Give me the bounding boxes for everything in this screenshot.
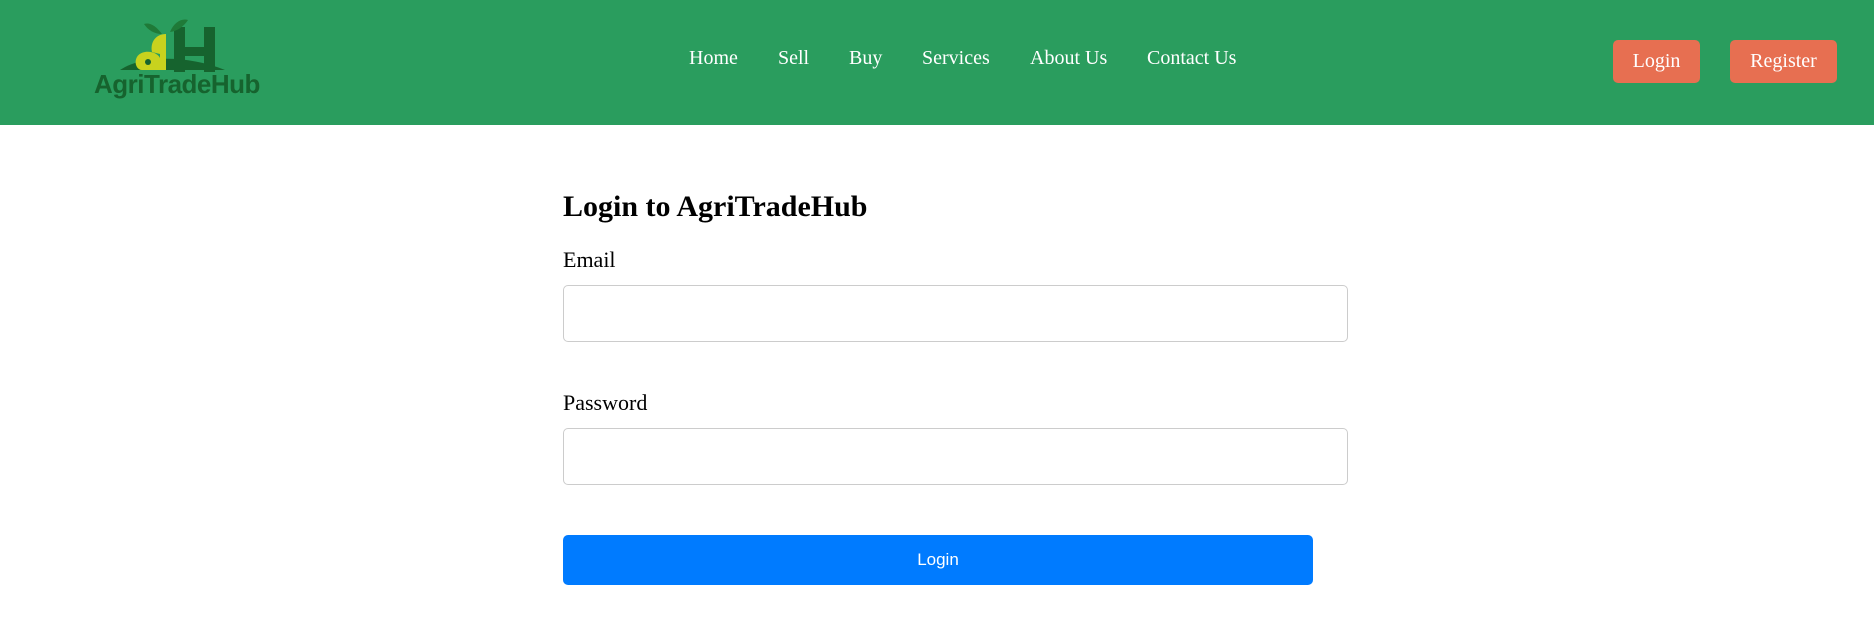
page-title: Login to AgriTradeHub: [563, 190, 868, 223]
nav-services-link[interactable]: Services: [922, 47, 990, 70]
login-form: Login to AgriTradeHub Email Password Log…: [563, 185, 1348, 585]
nav-contact-link[interactable]: Contact Us: [1147, 47, 1236, 70]
main-nav: Home Sell Buy Services About Us Contact …: [0, 47, 1874, 77]
login-submit-button[interactable]: Login: [563, 535, 1313, 585]
navbar: AgriTradeHub Home Sell Buy Services Abou…: [0, 0, 1874, 125]
email-label: Email: [563, 247, 616, 272]
nav-home-link[interactable]: Home: [689, 47, 738, 70]
password-input[interactable]: [563, 428, 1348, 485]
email-input[interactable]: [563, 285, 1348, 342]
header-login-button[interactable]: Login: [1613, 40, 1700, 83]
nav-buy-link[interactable]: Buy: [849, 47, 882, 70]
header-register-button[interactable]: Register: [1730, 40, 1837, 83]
password-label: Password: [563, 390, 648, 415]
nav-sell-link[interactable]: Sell: [778, 47, 809, 70]
nav-about-link[interactable]: About Us: [1030, 47, 1107, 70]
